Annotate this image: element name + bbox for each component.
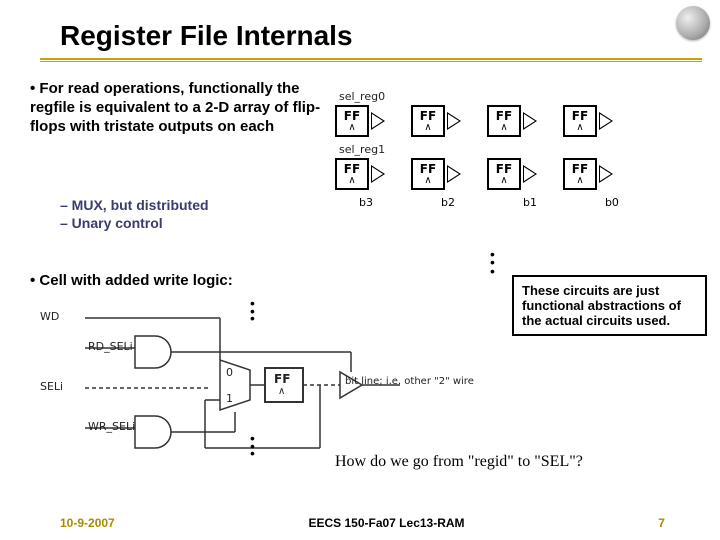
slide-title: Register File Internals: [60, 20, 353, 52]
tristate-icon: [447, 165, 461, 183]
rdsel-label: RD_SELi: [88, 340, 133, 353]
ff-cell: FF∧: [335, 105, 385, 137]
write-cell-diagram: WD RD_SELi SELi WR_SELi 0 1 FF ∧ bit lin…: [40, 300, 480, 450]
bullet-read-ops: • For read operations, functionally the …: [30, 80, 325, 136]
ff-row-0: FF∧ FF∧ FF∧ FF∧: [335, 105, 710, 137]
sel-reg1-label: sel_reg1: [339, 143, 710, 156]
sel-reg0-label: sel_reg0: [339, 90, 710, 103]
sel-label: SELi: [40, 380, 63, 393]
seal-logo: [676, 6, 710, 40]
bitline-label: bit line; i.e. other "2" wire: [345, 376, 475, 387]
ff-clk: ∧: [278, 386, 285, 397]
ff-cell: FF∧: [411, 105, 461, 137]
vertical-dots-icon: •••: [250, 435, 255, 458]
tristate-icon: [371, 165, 385, 183]
footer-page-number: 7: [658, 516, 665, 530]
vertical-dots-icon: •••: [250, 300, 255, 323]
ff-cell: FF∧: [411, 158, 461, 190]
wrsel-label: WR_SELi: [88, 420, 135, 433]
mux-0: 0: [226, 366, 233, 379]
ff-cell: FF∧: [563, 158, 613, 190]
tristate-icon: [371, 112, 385, 130]
bit-labels: b3 b2 b1 b0: [359, 196, 710, 209]
tristate-icon: [599, 165, 613, 183]
bullet-write-logic: • Cell with added write logic:: [30, 272, 233, 291]
ff-cell: FF∧: [487, 158, 537, 190]
title-underline: [40, 58, 702, 62]
bullet-read-ops-text: For read operations, functionally the re…: [30, 80, 320, 135]
slide-footer: 10-9-2007 EECS 150-Fa07 Lec13-RAM 7: [0, 516, 720, 530]
wd-label: WD: [40, 310, 59, 323]
ff-cell: FF∧: [563, 105, 613, 137]
note-abstraction: These circuits are just functional abstr…: [512, 275, 707, 336]
footer-date: 10-9-2007: [60, 516, 115, 530]
mux-1: 1: [226, 392, 233, 405]
bit-label: b0: [605, 196, 619, 209]
closing-question: How do we go from "regid" to "SEL"?: [335, 453, 583, 471]
ff-array-diagram: sel_reg0 FF∧ FF∧ FF∧ FF∧ sel_reg1 FF∧ FF…: [335, 90, 710, 209]
sub-mux: – MUX, but distributed: [60, 196, 209, 214]
tristate-icon: [599, 112, 613, 130]
bit-label: b3: [359, 196, 373, 209]
tristate-icon: [523, 165, 537, 183]
ff-cell: FF∧: [487, 105, 537, 137]
bit-label: b2: [441, 196, 455, 209]
tristate-icon: [523, 112, 537, 130]
ff-cell: FF∧: [335, 158, 385, 190]
footer-course: EECS 150-Fa07 Lec13-RAM: [308, 516, 464, 530]
bit-label: b1: [523, 196, 537, 209]
vertical-dots-icon: •••: [490, 250, 495, 275]
sub-unary: – Unary control: [60, 214, 209, 232]
ff-row-1: FF∧ FF∧ FF∧ FF∧: [335, 158, 710, 190]
ff-label: FF: [274, 372, 290, 386]
tristate-icon: [447, 112, 461, 130]
bullet-subs: – MUX, but distributed – Unary control: [60, 196, 209, 232]
bullet-write-logic-text: Cell with added write logic:: [39, 272, 232, 289]
